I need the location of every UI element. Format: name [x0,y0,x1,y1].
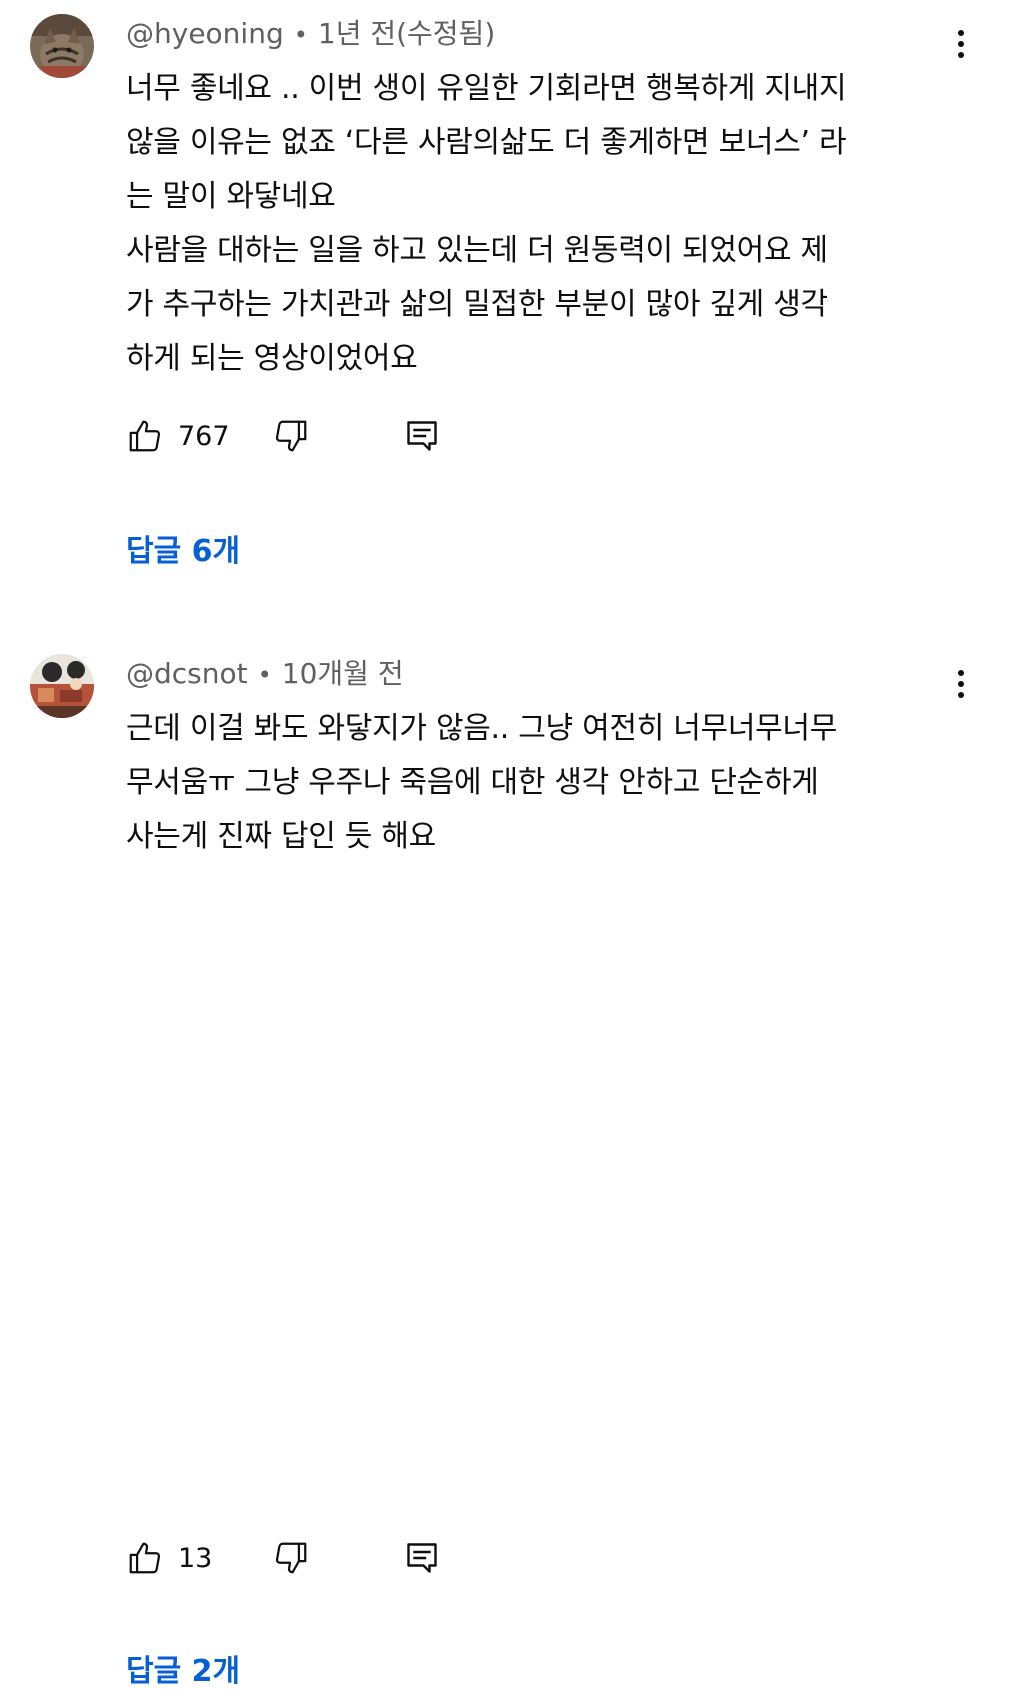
like-button[interactable]: 767 [126,414,230,458]
reply-comment-icon [407,421,437,451]
comment-meta: @dcsnot • 10개월 전 [126,654,404,695]
reply-button[interactable] [404,414,440,458]
comment-time[interactable]: 1년 전(수정됨) [318,17,495,50]
more-dot [958,681,964,687]
more-options-button[interactable] [946,24,976,64]
reply-button[interactable] [404,1536,440,1580]
like-count: 767 [178,420,230,452]
comment-time[interactable]: 10개월 전 [282,657,404,690]
like-count: 13 [178,1542,213,1574]
author-name[interactable]: @dcsnot [126,657,248,690]
thumbs-up-icon [129,420,161,452]
thumbs-up-icon [129,1542,161,1574]
view-replies-button[interactable]: 답글 2개 [126,1646,240,1690]
thumbs-down-icon [275,420,307,452]
thumbs-down-icon [275,1542,307,1574]
reply-comment-icon [407,1543,437,1573]
comment-meta: @hyeoning • 1년 전(수정됨) [126,14,495,55]
more-vertical-icon [958,670,964,676]
view-replies-button[interactable]: 답글 6개 [126,526,240,570]
dislike-button[interactable] [272,414,310,458]
separator-dot: • [257,661,272,689]
more-dot [958,41,964,47]
more-options-button[interactable] [946,664,976,704]
more-dot [958,692,964,698]
separator-dot: • [293,21,308,49]
avatar[interactable] [30,654,94,718]
comment-text: 근데 이걸 봐도 와닿지가 않음.. 그냥 여전히 너무너무너무 무서움ㅠ 그냥… [126,711,838,854]
author-name[interactable]: @hyeoning [126,17,284,50]
like-button[interactable]: 13 [126,1536,212,1580]
dislike-button[interactable] [272,1536,310,1580]
comment-text: 너무 좋네요 .. 이번 생이 유일한 기회라면 행복하게 지내지 않을 이유는… [126,71,847,376]
more-vertical-icon [958,30,964,36]
more-dot [958,52,964,58]
avatar[interactable] [30,14,94,78]
